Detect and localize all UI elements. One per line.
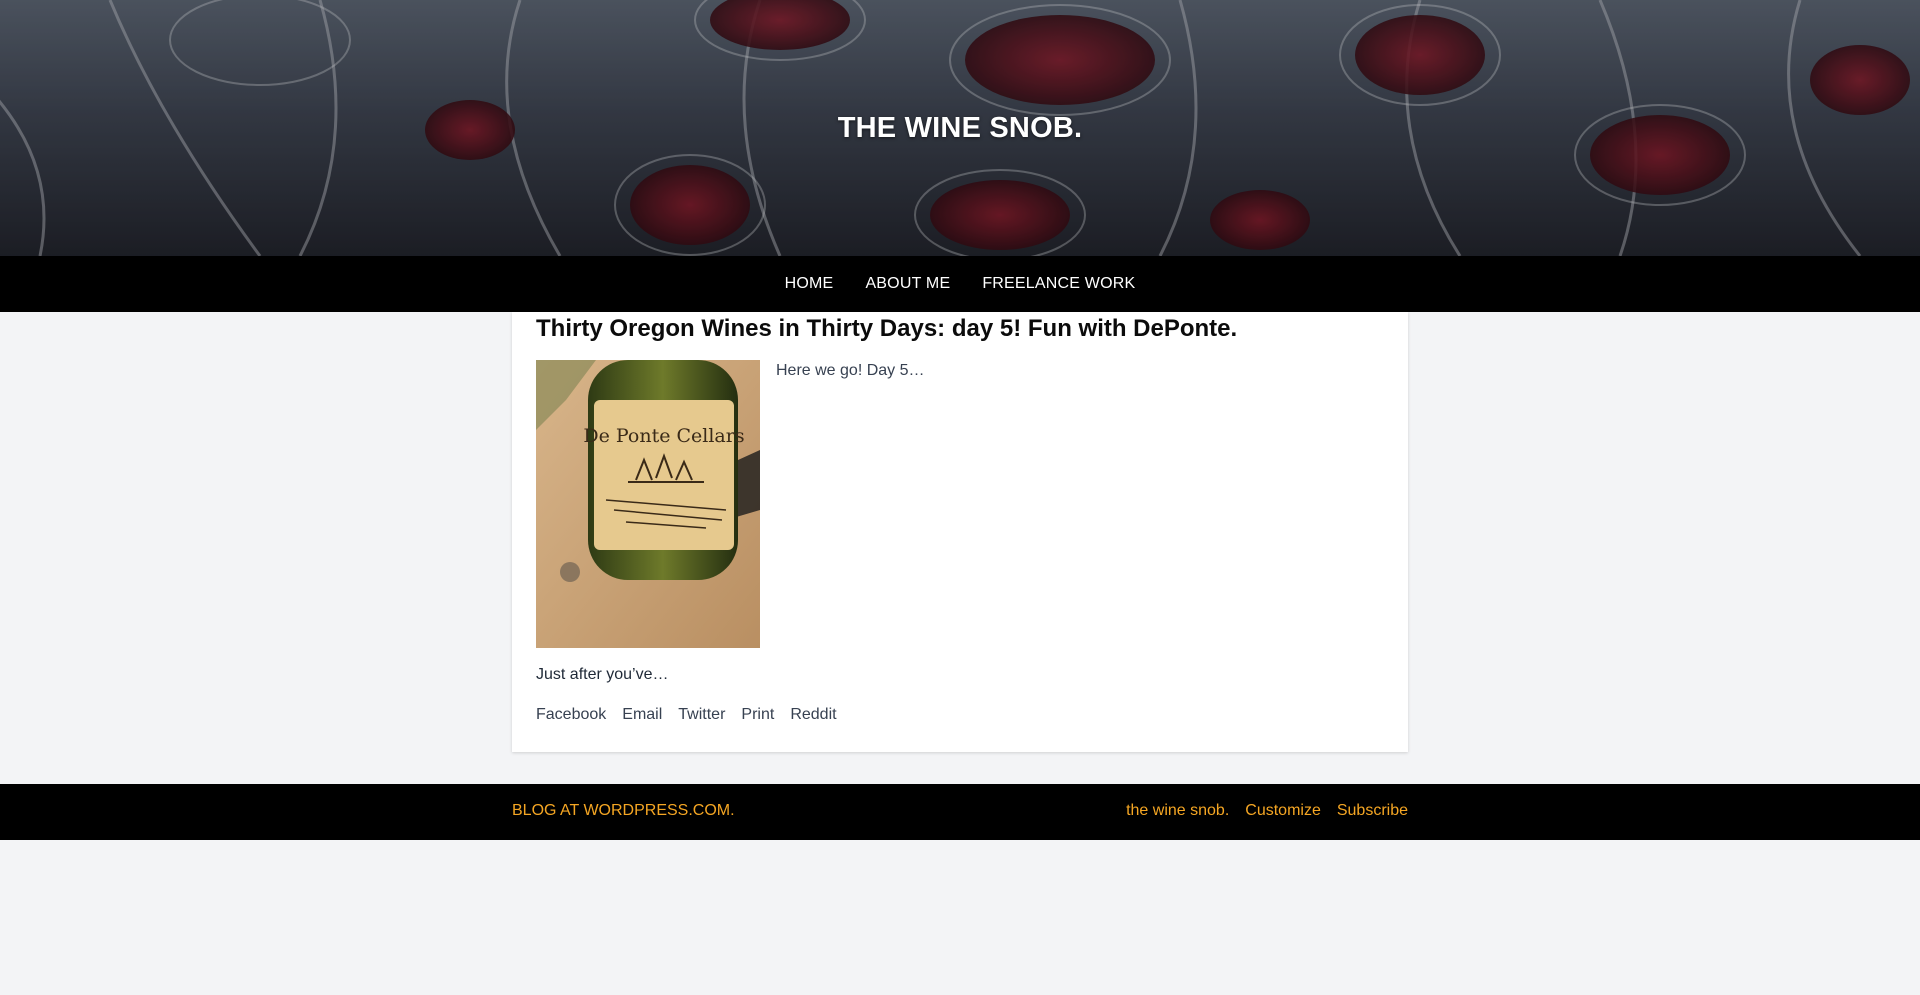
wine-bottle-photo: De Ponte Cellars bbox=[536, 360, 760, 648]
post-card: Thirty Oregon Wines in Thirty Days: day … bbox=[512, 312, 1408, 752]
share-facebook-link[interactable]: Facebook bbox=[536, 706, 606, 724]
site-header: THE WINE SNOB. bbox=[0, 0, 1920, 256]
site-footer: BLOG AT WORDPRESS.COM. the wine snob. Cu… bbox=[0, 784, 1920, 840]
site-title[interactable]: THE WINE SNOB. bbox=[0, 112, 1920, 145]
post-title[interactable]: Thirty Oregon Wines in Thirty Days: day … bbox=[536, 315, 1237, 343]
share-email-link[interactable]: Email bbox=[622, 706, 662, 724]
share-links: Facebook Email Twitter Print Reddit bbox=[536, 706, 837, 724]
nav-item-about-me[interactable]: ABOUT ME bbox=[865, 275, 950, 293]
post-excerpt: Here we go! Day 5… bbox=[776, 362, 925, 379]
nav-item-freelance-work[interactable]: FREELANCE WORK bbox=[982, 275, 1135, 293]
share-reddit-link[interactable]: Reddit bbox=[790, 706, 836, 724]
nav-item-home[interactable]: HOME bbox=[785, 275, 834, 293]
footer-site-link[interactable]: the wine snob. bbox=[1126, 802, 1229, 820]
share-twitter-link[interactable]: Twitter bbox=[678, 706, 725, 724]
footer-subscribe-link[interactable]: Subscribe bbox=[1337, 802, 1408, 820]
footer-customize-link[interactable]: Customize bbox=[1245, 802, 1321, 820]
post-thumbnail-wine-bottle[interactable]: De Ponte Cellars bbox=[536, 360, 760, 648]
nav-menu: HOME ABOUT ME FREELANCE WORK bbox=[0, 256, 1920, 312]
wordpress-credit-link[interactable]: BLOG AT WORDPRESS.COM. bbox=[512, 802, 735, 820]
main-navigation: HOME ABOUT ME FREELANCE WORK bbox=[0, 256, 1920, 312]
footer-links: the wine snob. Customize Subscribe bbox=[1126, 802, 1408, 820]
bottle-label-text: De Ponte Cellars bbox=[583, 425, 744, 447]
share-print-link[interactable]: Print bbox=[741, 706, 774, 724]
post-continuation: Just after you’ve… bbox=[536, 666, 669, 683]
